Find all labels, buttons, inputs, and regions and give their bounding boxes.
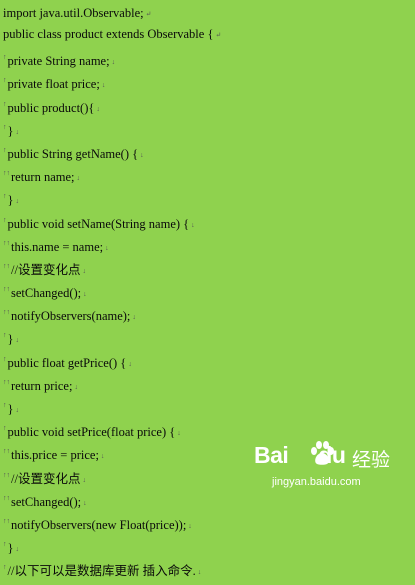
indent-marker: ↑↑	[3, 285, 10, 294]
code-line: ↑} ↓	[3, 185, 413, 208]
code-line: ↑//以下可以是数据库更新 插入命令. ↓	[3, 556, 413, 579]
code-text: //设置变化点	[11, 471, 81, 486]
indent-marker: ↑↑	[3, 447, 10, 456]
code-text: //以下可以是数据库更新 插入命令.	[7, 564, 196, 579]
code-text: setChanged();	[11, 494, 82, 509]
indent-marker: ↑	[3, 192, 7, 201]
indent-marker: ↑	[3, 331, 7, 340]
indent-marker: ↑↑	[3, 169, 10, 178]
code-text: private float price;	[7, 77, 100, 92]
code-text: this.price = price;	[11, 448, 99, 463]
paragraph-mark: ↓	[15, 127, 20, 136]
code-text: setChanged();	[11, 286, 82, 301]
code-line: ↑} ↓	[3, 533, 413, 556]
paragraph-mark: ↓	[177, 429, 181, 438]
indent-marker: ↑	[3, 76, 7, 85]
paragraph-mark: ↓	[15, 197, 20, 206]
code-line: ↑public product(){↓	[3, 93, 413, 116]
paragraph-mark: ↓	[191, 220, 195, 229]
code-line: ↑↑return price; ↓	[3, 371, 413, 394]
code-text: return name;	[11, 170, 75, 185]
code-text: }	[7, 193, 14, 208]
indent-marker: ↑	[3, 215, 7, 224]
code-text: notifyObservers(name);	[11, 309, 131, 324]
code-text: import java.util.Observable;	[3, 6, 144, 20]
paragraph-mark: ↓	[83, 290, 87, 299]
indent-marker: ↑↑	[3, 493, 10, 502]
watermark-url: jingyan.baidu.com	[272, 476, 361, 488]
code-line: ↑} ↓	[3, 394, 413, 417]
code-text: return price;	[11, 378, 73, 393]
paragraph-mark: ↵	[215, 31, 222, 39]
code-text: public product(){	[7, 100, 95, 115]
code-text: //设置变化点	[11, 262, 81, 277]
code-line: ↑} ↓	[3, 324, 413, 347]
paragraph-mark: ↓	[101, 81, 106, 90]
indent-marker: ↑	[3, 99, 7, 108]
indent-marker: ↑	[3, 563, 7, 572]
indent-marker: ↑↑	[3, 238, 10, 247]
code-line: ↑↑notifyObservers(new Float(price)); ↓	[3, 510, 413, 533]
code-line: ↑↑setChanged(); ↓	[3, 278, 413, 301]
indent-marker: ↑↑	[3, 308, 10, 317]
indent-marker: ↑	[3, 401, 7, 409]
code-line: ↑↑this.name = name; ↓	[3, 232, 413, 255]
code-text: }	[7, 332, 14, 347]
code-line: ↑public void setName(String name) {↓	[3, 209, 413, 232]
paragraph-mark: ↓	[111, 58, 116, 67]
code-line: import java.util.Observable; ↵	[3, 3, 413, 23]
code-line: ↑private String name; ↓	[3, 46, 413, 69]
code-line: ↑} ↓	[3, 116, 413, 139]
code-line: ↑↑return name; ↓	[3, 162, 413, 185]
baidu-jingyan-watermark: Bai du 经验 jingyan.baidu.com	[254, 438, 409, 498]
indent-marker: ↑	[3, 354, 7, 363]
paragraph-mark: ↓	[15, 545, 20, 554]
paragraph-mark: ↓	[188, 521, 192, 530]
indent-marker: ↑↑	[3, 377, 10, 386]
baidu-paw-icon	[311, 441, 334, 465]
indent-marker: ↑	[3, 53, 7, 62]
code-text: public String getName() {	[7, 146, 139, 161]
code-line: ↑↑notifyObservers(name); ↓	[3, 301, 413, 324]
watermark-jingyan: 经验	[352, 449, 391, 471]
indent-marker: ↑	[3, 424, 7, 433]
code-text: this.name = name;	[11, 239, 104, 254]
indent-marker: ↑↑	[3, 261, 10, 270]
code-text: public float getPrice() {	[7, 355, 127, 370]
indent-marker: ↑↑	[3, 516, 10, 525]
code-line: ↑public void setPrice(float price) {↓	[3, 417, 413, 440]
code-line: ↑private float price; ↓	[3, 69, 413, 92]
paragraph-mark: ↓	[105, 243, 109, 252]
code-text: public void setName(String name) {	[7, 216, 190, 231]
code-line: ↑↑//设置变化点 ↓	[3, 255, 413, 278]
paragraph-mark: ↵	[145, 10, 152, 18]
paragraph-mark: ↓	[96, 104, 100, 113]
code-line: ↑public float getPrice() {↓	[3, 348, 413, 371]
code-text: }	[7, 402, 14, 416]
indent-marker: ↑	[3, 122, 7, 131]
code-text: notifyObservers(new Float(price));	[11, 517, 187, 532]
paragraph-mark: ↓	[74, 382, 78, 391]
paragraph-mark: ↓	[76, 174, 81, 183]
paragraph-mark: ↓	[128, 359, 132, 368]
code-text: }	[7, 123, 14, 138]
paragraph-mark: ↓	[132, 313, 136, 322]
code-line: public class product extends Observable …	[3, 23, 413, 46]
paragraph-mark: ↓	[15, 336, 20, 345]
code-text: }	[7, 541, 14, 556]
paragraph-mark: ↓	[82, 475, 86, 484]
paragraph-mark: ↓	[197, 568, 202, 577]
paragraph-mark: ↓	[15, 406, 20, 414]
code-text: public void setPrice(float price) {	[7, 425, 176, 440]
code-line: ↑public String getName() {↓	[3, 139, 413, 162]
code-text: public class product extends Observable …	[3, 27, 214, 41]
paragraph-mark: ↓	[140, 150, 144, 159]
watermark-logo-bai: Bai	[254, 442, 289, 468]
indent-marker: ↑↑	[3, 470, 10, 479]
code-text: private String name;	[7, 54, 110, 69]
indent-marker: ↑	[3, 540, 7, 549]
indent-marker: ↑	[3, 145, 7, 154]
paragraph-mark: ↓	[82, 266, 86, 275]
paragraph-mark: ↓	[100, 452, 105, 461]
